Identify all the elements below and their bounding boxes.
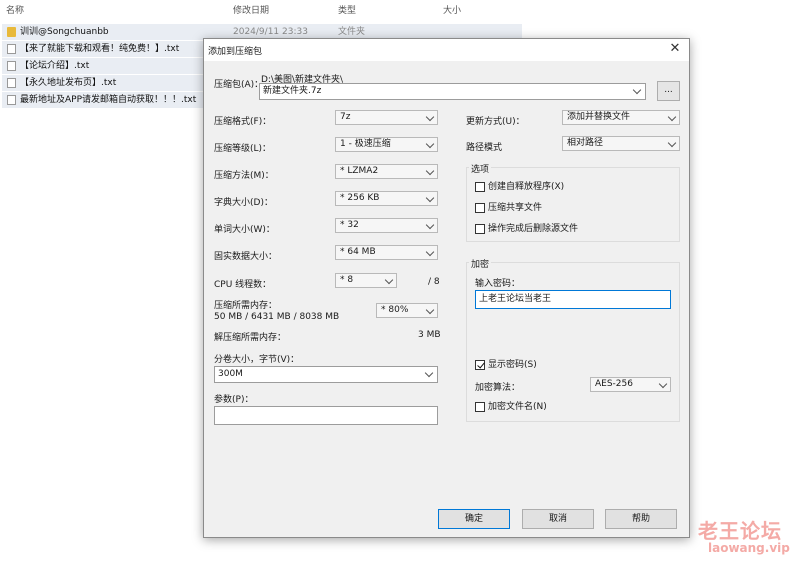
chevron-down-icon: [632, 85, 642, 95]
browse-button[interactable]: ...: [657, 81, 680, 101]
column-header-modified[interactable]: 修改日期: [233, 3, 269, 16]
chevron-down-icon: [425, 193, 435, 203]
level-label: 压缩等级(L)：: [214, 144, 272, 154]
encrypt-names-label: 加密文件名(N): [488, 402, 547, 412]
help-button[interactable]: 帮助: [605, 509, 677, 529]
cpu-select[interactable]: * 8: [335, 273, 397, 288]
file-name: 训训@Songchuanbb: [20, 27, 109, 37]
password-label: 输入密码：: [475, 279, 521, 289]
split-label: 分卷大小，字节(V)：: [214, 355, 300, 365]
pathmode-label: 路径模式: [466, 143, 503, 153]
update-label: 更新方式(U)：: [466, 117, 525, 127]
split-value: 300M: [218, 369, 243, 379]
method-label: 压缩方法(M)：: [214, 171, 274, 181]
update-select[interactable]: 添加并替换文件: [562, 110, 680, 125]
cpu-label: CPU 线程数：: [214, 280, 272, 290]
sfx-checkbox[interactable]: [475, 182, 485, 192]
delete-label: 操作完成后删除源文件: [488, 224, 579, 234]
pathmode-select[interactable]: 相对路径: [562, 136, 680, 151]
ok-button[interactable]: 确定: [438, 509, 510, 529]
dict-label: 字典大小(D)：: [214, 198, 273, 208]
close-button[interactable]: ✕: [667, 41, 683, 57]
mem-compress-detail: 50 MB / 6431 MB / 8038 MB: [214, 312, 340, 322]
word-label: 单词大小(W)：: [214, 225, 275, 235]
show-password-checkbox[interactable]: [475, 360, 485, 370]
level-value: 1 - 极速压缩: [340, 139, 391, 149]
pathmode-value: 相对路径: [567, 138, 604, 148]
title-bar[interactable]: 添加到压缩包 ✕: [204, 39, 689, 61]
chevron-down-icon: [667, 112, 677, 122]
options-title: 选项: [469, 162, 492, 175]
watermark-text: 老王论坛: [698, 519, 782, 543]
text-file-icon: [7, 78, 16, 88]
mem-decompress-label: 解压缩所需内存：: [214, 333, 287, 343]
column-header-size[interactable]: 大小: [443, 3, 461, 16]
split-combo[interactable]: 300M: [214, 366, 438, 383]
chevron-down-icon: [425, 247, 435, 257]
close-icon: ✕: [669, 41, 681, 56]
cpu-value: * 8: [340, 275, 354, 285]
method-value: * LZMA2: [340, 166, 379, 176]
algo-value: AES-256: [595, 379, 633, 389]
chevron-down-icon: [425, 166, 435, 176]
archive-label: 压缩包(A)：: [214, 80, 264, 90]
cancel-button[interactable]: 取消: [522, 509, 594, 529]
chevron-down-icon: [384, 275, 394, 285]
file-name: 最新地址及APP请发邮箱自动获取！！！.txt: [20, 95, 197, 105]
solid-label: 固实数据大小：: [214, 252, 278, 262]
chevron-down-icon: [425, 139, 435, 149]
show-password-label: 显示密码(S): [488, 360, 537, 370]
chevron-down-icon: [425, 112, 435, 122]
mem-compress-value: * 80%: [381, 305, 409, 315]
algo-label: 加密算法：: [475, 383, 521, 393]
params-label: 参数(P)：: [214, 395, 254, 405]
update-value: 添加并替换文件: [567, 112, 631, 122]
add-to-archive-dialog: 添加到压缩包 ✕ 压缩包(A)： D:\美图\新建文件夹\ 新建文件夹.7z .…: [203, 38, 690, 538]
solid-select[interactable]: * 64 MB: [335, 245, 438, 260]
method-select[interactable]: * LZMA2: [335, 164, 438, 179]
text-file-icon: [7, 61, 16, 71]
column-header-type[interactable]: 类型: [338, 3, 356, 16]
chevron-down-icon: [658, 379, 668, 389]
dict-select[interactable]: * 256 KB: [335, 191, 438, 206]
chevron-down-icon: [667, 138, 677, 148]
chevron-down-icon: [424, 368, 434, 378]
encryption-title: 加密: [469, 257, 492, 270]
solid-value: * 64 MB: [340, 247, 376, 257]
chevron-down-icon: [425, 305, 435, 315]
chevron-down-icon: [425, 220, 435, 230]
archive-name-value: 新建文件夹.7z: [263, 86, 322, 96]
encrypt-names-checkbox[interactable]: [475, 402, 485, 412]
text-file-icon: [7, 95, 16, 105]
watermark-url: laowang.vip: [708, 541, 790, 555]
text-file-icon: [7, 44, 16, 54]
column-header-name[interactable]: 名称: [6, 3, 24, 16]
shared-checkbox[interactable]: [475, 203, 485, 213]
dialog-title: 添加到压缩包: [208, 47, 263, 57]
folder-icon: [7, 27, 16, 37]
shared-label: 压缩共享文件: [488, 203, 543, 213]
word-select[interactable]: * 32: [335, 218, 438, 233]
format-value: 7z: [340, 112, 351, 122]
format-label: 压缩格式(F)：: [214, 117, 272, 127]
file-name: 【永久地址发布页】.txt: [20, 78, 117, 88]
delete-checkbox[interactable]: [475, 224, 485, 234]
archive-name-combo[interactable]: 新建文件夹.7z: [259, 83, 646, 100]
dict-value: * 256 KB: [340, 193, 380, 203]
level-select[interactable]: 1 - 极速压缩: [335, 137, 438, 152]
word-value: * 32: [340, 220, 359, 230]
mem-compress-label: 压缩所需内存：: [214, 301, 278, 311]
cpu-max: / 8: [428, 277, 440, 287]
file-name: 【来了就能下载和观看！纯免费！】.txt: [20, 44, 180, 54]
format-select[interactable]: 7z: [335, 110, 438, 125]
sfx-label: 创建自释放程序(X): [488, 182, 565, 192]
mem-compress-select[interactable]: * 80%: [376, 303, 438, 318]
file-name: 【论坛介绍】.txt: [20, 61, 90, 71]
password-input[interactable]: 上老王论坛当老王: [475, 290, 671, 309]
mem-decompress-value: 3 MB: [418, 330, 441, 340]
params-input[interactable]: [214, 406, 438, 425]
algo-select[interactable]: AES-256: [590, 377, 671, 392]
